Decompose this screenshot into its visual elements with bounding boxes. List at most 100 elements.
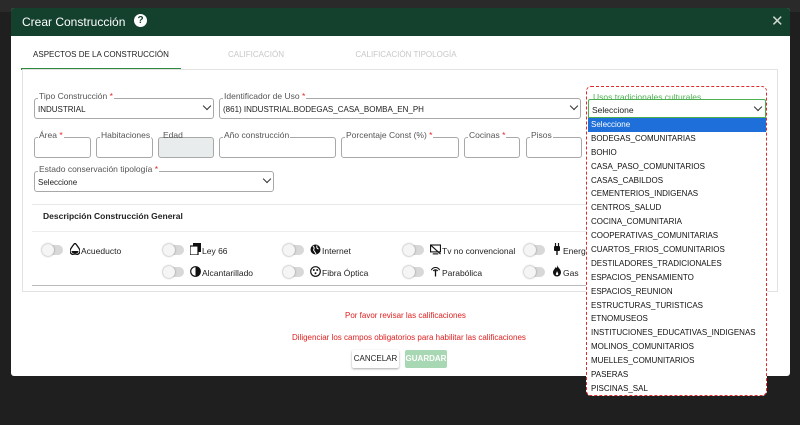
identificador-uso-label: Identificador de Uso * [223, 91, 307, 101]
usos-option[interactable]: Seleccione [588, 118, 766, 132]
cocinas-label: Cocinas * [468, 130, 507, 140]
cocinas-input[interactable] [464, 137, 520, 158]
identificador-uso-box[interactable]: (861) INDUSTRIAL.BODEGAS_CASA_BOMBA_EN_P… [219, 98, 581, 119]
pisos-field[interactable]: Pisos [526, 130, 582, 160]
service-acueducto[interactable]: Acueducto [42, 243, 153, 257]
usos-option[interactable]: PISCINAS_SAL [588, 382, 766, 396]
estado-conservacion-box[interactable]: Seleccione [34, 171, 274, 192]
usos-option[interactable]: MUELLES_COMUNITARIOS [588, 354, 766, 368]
usos-option[interactable]: COOPERATIVAS_COMUNITARIAS [588, 229, 766, 243]
usos-option[interactable]: PASERAS [588, 368, 766, 382]
help-icon[interactable]: ? [134, 14, 147, 27]
estado-conservacion-value: Seleccione [38, 178, 78, 187]
close-icon[interactable]: ✕ [771, 12, 784, 30]
service-parabolica[interactable]: Parabólica [403, 265, 514, 279]
chevron-down-icon [202, 101, 212, 111]
tipo-construccion-box[interactable]: INDUSTRIAL [34, 98, 214, 119]
service-gas[interactable]: Gas [524, 265, 590, 279]
pisos-label: Pisos [530, 130, 553, 140]
globe-icon [310, 243, 321, 255]
usos-option[interactable]: DESTILADORES_TRADICIONALES [588, 257, 766, 271]
usos-option[interactable]: CENTROS_SALUD [588, 201, 766, 215]
service-label: Tv no convencional [442, 246, 516, 256]
flame-icon [551, 265, 562, 277]
usos-option[interactable]: CASAS_CABILDOS [588, 174, 766, 188]
tv-off-icon [430, 243, 441, 255]
usos-options-list: Seleccione BODEGAS_COMUNITARIAS BOHIO CA… [588, 118, 766, 396]
habitaciones-input[interactable] [96, 137, 153, 158]
service-energia[interactable]: Energía [524, 243, 593, 257]
tab-bar: ASPECTOS DE LA CONSTRUCCIÓN CALIFICACIÓN… [21, 42, 778, 70]
usos-tradicionales-value: Seleccione [592, 105, 634, 115]
anio-construccion-field[interactable]: Año construcción [219, 130, 336, 160]
energia-toggle[interactable] [524, 244, 545, 256]
service-alcantarillado[interactable]: Alcantarillado [163, 265, 274, 279]
documents-icon [190, 243, 201, 255]
parabolica-toggle[interactable] [403, 266, 424, 278]
service-label: Acueducto [81, 246, 122, 256]
internet-toggle[interactable] [283, 244, 304, 256]
service-label: Ley 66 [202, 246, 228, 256]
fiber-icon [310, 265, 321, 277]
usos-option[interactable]: MOLINOS_COMUNITARIOS [588, 340, 766, 354]
alcantarillado-toggle[interactable] [163, 266, 184, 278]
identificador-uso-select[interactable]: (861) INDUSTRIAL.BODEGAS_CASA_BOMBA_EN_P… [219, 91, 581, 121]
anio-construccion-input[interactable] [219, 137, 336, 158]
usos-option[interactable]: COCINA_COMUNITARIA [588, 215, 766, 229]
area-field[interactable]: Área * [34, 130, 91, 160]
gas-toggle[interactable] [524, 266, 545, 278]
usos-option[interactable]: BOHIO [588, 146, 766, 160]
tab-calificacion-tipologia[interactable]: CALIFICACIÓN TIPOLOGÍA [341, 42, 471, 70]
habitaciones-label: Habitaciones [100, 130, 152, 140]
usos-option[interactable]: ETNOMUSEOS [588, 312, 766, 326]
usos-tradicionales-dropdown[interactable]: Seleccione Usos tradicionales culturales… [586, 86, 767, 396]
section-divider [32, 231, 590, 232]
plug-icon [551, 243, 562, 255]
edad-field: Edad [158, 130, 214, 160]
antenna-icon [430, 265, 441, 277]
estado-conservacion-select[interactable]: Seleccione Estado conservación tipología… [34, 164, 274, 194]
edad-label: Edad [163, 130, 183, 140]
service-internet[interactable]: Internet [283, 243, 394, 257]
cocinas-field[interactable]: Cocinas * [464, 130, 520, 160]
half-circle-icon [190, 265, 201, 277]
usos-option[interactable]: ESTRUCTURAS_TURISTICAS [588, 299, 766, 313]
tab-calificacion[interactable]: CALIFICACIÓN [191, 42, 321, 70]
chevron-down-icon [262, 174, 272, 184]
chevron-down-icon [753, 102, 763, 112]
cancel-button[interactable]: CANCELAR [352, 350, 399, 368]
usos-option[interactable]: ESPACIOS_PENSAMIENTO [588, 271, 766, 285]
usos-option[interactable]: INSTITUCIONES_EDUCATIVAS_INDIGENAS [588, 326, 766, 340]
porcentaje-const-input[interactable] [341, 137, 459, 158]
porcentaje-const-label: Porcentaje Const (%) * [345, 130, 434, 140]
service-tv[interactable]: Tv no convencional [403, 243, 524, 257]
porcentaje-const-field[interactable]: Porcentaje Const (%) * [341, 130, 459, 160]
modal-header: Crear Construcción ? ✕ [11, 8, 790, 36]
ley66-toggle[interactable] [163, 244, 184, 256]
tab-aspectos[interactable]: ASPECTOS DE LA CONSTRUCCIÓN [21, 42, 181, 70]
service-label: Alcantarillado [202, 268, 254, 278]
service-fibra[interactable]: Fibra Óptica [283, 265, 394, 279]
tipo-construccion-select[interactable]: INDUSTRIAL Tipo Construcción * [34, 91, 214, 121]
identificador-uso-value: (861) INDUSTRIAL.BODEGAS_CASA_BOMBA_EN_P… [223, 105, 424, 114]
acueducto-toggle[interactable] [42, 244, 63, 256]
usos-option[interactable]: CASA_PASO_COMUNITARIOS [588, 160, 766, 174]
save-button[interactable]: GUARDAR [405, 350, 447, 368]
area-label: Área * [38, 130, 64, 140]
habitaciones-field[interactable]: Habitaciones [96, 130, 153, 160]
usos-option[interactable]: BODEGAS_COMUNITARIAS [588, 132, 766, 146]
descripcion-section: Descripción Construcción General Acueduc… [32, 204, 593, 286]
usos-tradicionales-label: Usos tradicionales culturales [593, 92, 702, 102]
fibra-toggle[interactable] [283, 266, 304, 278]
usos-tradicionales-select[interactable]: Seleccione [588, 99, 766, 119]
section-title: Descripción Construcción General [43, 211, 183, 221]
service-label: Fibra Óptica [322, 268, 369, 278]
service-ley66[interactable]: Ley 66 [163, 243, 274, 257]
usos-option[interactable]: CEMENTERIOS_INDIGENAS [588, 187, 766, 201]
tv-toggle[interactable] [403, 244, 424, 256]
usos-option[interactable]: CUARTOS_FRIOS_COMUNITARIOS [588, 243, 766, 257]
usos-option[interactable]: ESPACIOS_REUNION [588, 285, 766, 299]
area-input[interactable] [34, 137, 91, 158]
water-drop-icon [69, 243, 80, 255]
pisos-input[interactable] [526, 137, 582, 158]
